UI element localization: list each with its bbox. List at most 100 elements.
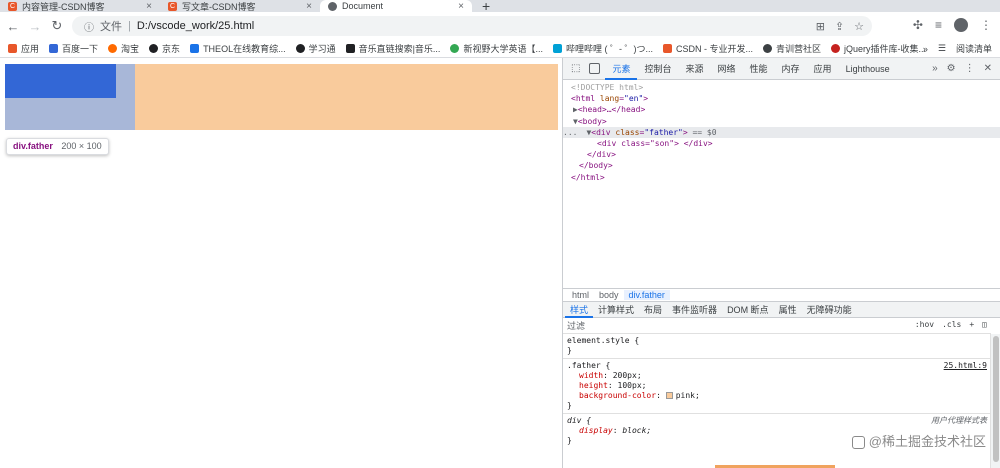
attr-value: "en" bbox=[624, 94, 644, 104]
property-name: width bbox=[579, 371, 604, 380]
side-tab-event-listeners[interactable]: 事件监听器 bbox=[667, 302, 722, 318]
hover-state-toggle[interactable]: :hov bbox=[915, 320, 934, 329]
bookmark-label: 音乐直链搜索|音乐... bbox=[358, 44, 441, 54]
reading-list-icon[interactable]: ☰ bbox=[938, 43, 946, 54]
styles-scrollbar[interactable] bbox=[990, 334, 1000, 468]
info-icon[interactable]: ⓘ bbox=[84, 19, 94, 34]
styles-pane-tabs: 样式 计算样式 布局 事件监听器 DOM 断点 属性 无障碍功能 bbox=[563, 302, 1000, 318]
color-swatch[interactable] bbox=[665, 392, 673, 399]
devtools-tab-elements[interactable]: 元素 bbox=[605, 58, 638, 80]
css-property[interactable]: height: 100px; bbox=[567, 381, 987, 391]
dom-close-html[interactable]: </html> bbox=[563, 172, 1000, 183]
bookmark-apps[interactable]: 应用 bbox=[8, 42, 39, 55]
juejin-logo-icon bbox=[851, 436, 865, 450]
dom-doctype[interactable]: <!DOCTYPE html> bbox=[563, 82, 1000, 93]
csdn-favicon-icon: C bbox=[8, 1, 17, 11]
dom-node-div-son[interactable]: <div class="son"> </div> bbox=[563, 138, 1000, 149]
dom-node-html[interactable]: <html lang="en"> bbox=[563, 93, 1000, 104]
attr-name: lang bbox=[599, 94, 620, 104]
bookmark-item[interactable]: 音乐直链搜索|音乐... bbox=[345, 42, 441, 55]
property-name: height bbox=[579, 381, 608, 390]
media-icon[interactable]: ≡ bbox=[935, 18, 942, 32]
css-property[interactable]: width: 200px; bbox=[567, 371, 987, 381]
side-tab-accessibility[interactable]: 无障碍功能 bbox=[802, 302, 857, 318]
sidebar-toggle-icon[interactable]: ◫ bbox=[982, 320, 987, 329]
side-tab-styles[interactable]: 样式 bbox=[565, 302, 594, 318]
new-rule-button[interactable]: + bbox=[969, 320, 974, 329]
side-tab-dom-breakpoints[interactable]: DOM 断点 bbox=[722, 302, 774, 318]
gear-icon[interactable]: ⚙ bbox=[947, 63, 956, 74]
extensions-icon[interactable]: ✣ bbox=[913, 18, 923, 32]
address-separator: | bbox=[128, 20, 131, 32]
devtools-overflow-button[interactable]: » bbox=[932, 63, 938, 74]
translate-icon[interactable]: ⊞ bbox=[816, 20, 825, 33]
breadcrumb-div-father[interactable]: div.father bbox=[623, 290, 670, 300]
breadcrumb-body[interactable]: body bbox=[594, 290, 624, 300]
bookmark-item[interactable]: 新视野大学英语【... bbox=[450, 42, 543, 55]
reload-button[interactable]: ↻ bbox=[46, 18, 68, 34]
dom-breadcrumb: html body div.father bbox=[563, 288, 1000, 302]
kebab-menu-icon[interactable]: ⋮ bbox=[965, 63, 975, 74]
bookmark-label: THEOL在线教育综... bbox=[203, 44, 286, 54]
css-property[interactable]: background-color: pink; bbox=[567, 391, 987, 401]
bookmark-item[interactable]: 青训营社区 bbox=[762, 42, 821, 55]
devtools-tab-application[interactable]: 应用 bbox=[807, 58, 839, 80]
bookmarks-overflow-button[interactable]: » bbox=[923, 44, 928, 54]
bookmark-item[interactable]: 学习通 bbox=[295, 42, 336, 55]
tab-document[interactable]: Document × bbox=[320, 0, 472, 12]
profile-avatar[interactable] bbox=[954, 18, 968, 32]
devtools-tab-memory[interactable]: 内存 bbox=[775, 58, 807, 80]
inspect-element-icon[interactable]: ⬚ bbox=[571, 63, 580, 74]
bookmark-label: 青训营社区 bbox=[775, 44, 821, 54]
bookmark-item[interactable]: 百度一下 bbox=[49, 42, 98, 55]
class-toggle[interactable]: .cls bbox=[942, 320, 961, 329]
star-icon[interactable]: ☆ bbox=[854, 20, 864, 33]
device-toolbar-icon[interactable] bbox=[589, 63, 601, 74]
styles-scrollbar-thumb[interactable] bbox=[993, 336, 999, 462]
devtools-tab-lighthouse[interactable]: Lighthouse bbox=[839, 58, 897, 80]
side-tab-properties[interactable]: 属性 bbox=[774, 302, 802, 318]
bookmark-item[interactable]: CSDN - 专业开发... bbox=[662, 42, 753, 55]
address-bar[interactable]: ⓘ 文件 | D:/vscode_work/25.html ⊞ ⇪ ☆ bbox=[72, 16, 872, 36]
forward-button[interactable]: → bbox=[24, 19, 46, 34]
bookmark-item[interactable]: 哔哩哔哩 ( ゜- ゜)つ... bbox=[552, 42, 653, 55]
menu-icon[interactable]: ⋮ bbox=[980, 18, 992, 32]
tab-write-article[interactable]: C 写文章-CSDN博客 × bbox=[160, 0, 320, 12]
reading-list-button[interactable]: 阅读清单 bbox=[956, 42, 992, 55]
csdn-favicon-icon bbox=[662, 44, 672, 53]
bookmark-item[interactable]: 京东 bbox=[149, 42, 180, 55]
tag-name: html bbox=[575, 94, 596, 104]
rule-source-link[interactable]: 25.html:9 bbox=[944, 361, 987, 371]
devtools-tabbar: ⬚ 元素 控制台 来源 网络 性能 内存 应用 Lighthouse » ⚙ ⋮… bbox=[563, 58, 1000, 80]
tab-content-management[interactable]: C 内容管理-CSDN博客 × bbox=[0, 0, 160, 12]
devtools-tab-console[interactable]: 控制台 bbox=[637, 58, 678, 80]
dom-node-div-father[interactable]: ... ▼<div class="father"> == $0 bbox=[563, 126, 1000, 139]
side-tab-computed[interactable]: 计算样式 bbox=[593, 302, 639, 318]
close-icon[interactable]: ✕ bbox=[984, 63, 992, 74]
row-dots: ... bbox=[563, 127, 578, 137]
rule-father[interactable]: 25.html:9 .father { width: 200px; height… bbox=[563, 359, 991, 414]
dom-node-head[interactable]: ▶<head>…</head> bbox=[563, 104, 1000, 115]
close-icon[interactable]: × bbox=[146, 1, 152, 12]
bookmark-item[interactable]: jQuery插件库-收集... bbox=[830, 42, 926, 55]
dom-close-div[interactable]: </div> bbox=[563, 149, 1000, 160]
triangle-down-icon[interactable]: ▼ bbox=[586, 128, 591, 137]
back-button[interactable]: ← bbox=[2, 19, 24, 34]
bookmark-item[interactable]: 淘宝 bbox=[108, 42, 139, 55]
body-open-tag: <body> bbox=[577, 116, 607, 126]
dom-node-body[interactable]: ▼<body> bbox=[563, 116, 1000, 127]
share-icon[interactable]: ⇪ bbox=[835, 20, 844, 33]
dom-close-body[interactable]: </body> bbox=[563, 160, 1000, 171]
side-tab-layout[interactable]: 布局 bbox=[639, 302, 667, 318]
close-icon[interactable]: × bbox=[458, 1, 464, 12]
breadcrumb-html[interactable]: html bbox=[567, 290, 594, 300]
devtools-tab-performance[interactable]: 性能 bbox=[743, 58, 775, 80]
devtools-panel: ⬚ 元素 控制台 来源 网络 性能 内存 应用 Lighthouse » ⚙ ⋮… bbox=[562, 58, 1000, 468]
devtools-tab-sources[interactable]: 来源 bbox=[678, 58, 710, 80]
styles-filter-input[interactable] bbox=[567, 319, 897, 332]
bookmark-item[interactable]: THEOL在线教育综... bbox=[190, 42, 286, 55]
rule-element-style[interactable]: element.style { } bbox=[563, 334, 991, 359]
devtools-tab-network[interactable]: 网络 bbox=[711, 58, 743, 80]
close-icon[interactable]: × bbox=[306, 1, 312, 12]
address-url[interactable]: D:/vscode_work/25.html bbox=[137, 20, 254, 32]
